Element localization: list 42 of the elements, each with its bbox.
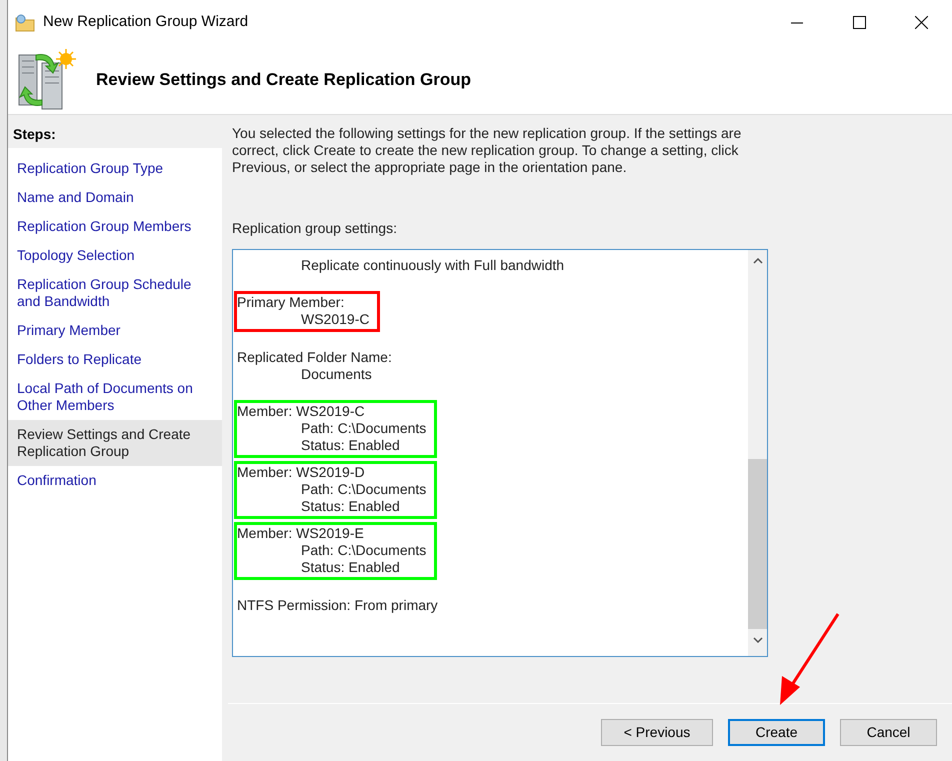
server-sync-icon [16, 48, 78, 110]
step-link[interactable]: Confirmation [8, 466, 222, 495]
step-link[interactable]: Replication Group Members [8, 212, 222, 241]
minimize-icon [791, 22, 803, 24]
setting-value: WS2019-C [300, 311, 370, 328]
step-link[interactable]: Local Path of Documents on Other Members [8, 374, 222, 420]
setting-heading: Member: WS2019-D [237, 464, 366, 481]
step-link[interactable]: Folders to Replicate [8, 345, 222, 374]
window-title: New Replication Group Wizard [43, 12, 248, 32]
wizard-button[interactable]: < Previous [601, 719, 713, 746]
step-link[interactable]: Name and Domain [8, 183, 222, 212]
scroll-down-icon[interactable] [752, 637, 762, 643]
page-title: Review Settings and Create Replication Group [96, 68, 472, 91]
setting-value: Status: Enabled [300, 498, 401, 515]
setting-value: Documents [300, 366, 373, 383]
scroll-up-icon[interactable] [752, 258, 762, 264]
folder-sync-icon [15, 14, 35, 32]
step-link[interactable]: Replication Group Schedule and Bandwidth [8, 270, 222, 316]
close-icon [914, 16, 928, 29]
step-link[interactable]: Primary Member [8, 316, 222, 345]
setting-value: Replicate continuously with Full bandwidth [300, 257, 564, 274]
setting-heading: Replicated Folder Name: [237, 349, 392, 366]
setting-heading: NTFS Permission: From primary [237, 597, 438, 614]
steps-heading: Steps: [8, 120, 222, 148]
wizard-button[interactable]: Create [728, 719, 825, 746]
step-link[interactable]: Replication Group Type [8, 154, 222, 183]
scrollbar-thumb[interactable] [748, 459, 767, 629]
setting-heading: Member: WS2019-E [237, 525, 365, 542]
setting-value: Status: Enabled [300, 559, 401, 576]
step-link[interactable]: Topology Selection [8, 241, 222, 270]
wizard-button[interactable]: Cancel [840, 719, 937, 746]
step-link[interactable]: Review Settings and Create Replication Group [8, 420, 222, 466]
setting-heading: Member: WS2019-C [237, 403, 366, 420]
scrollbar[interactable] [748, 250, 767, 656]
setting-heading: Primary Member: [237, 294, 346, 311]
settings-label: Replication group settings: [232, 219, 398, 238]
setting-value: Path: C:\Documents [300, 542, 426, 559]
setting-value: Path: C:\Documents [300, 481, 426, 498]
setting-value: Path: C:\Documents [300, 420, 426, 437]
setting-value: Status: Enabled [300, 437, 401, 454]
instructions-text: You selected the following settings for the new replication group. If the settings are correct, click Create to create the new replication group. To change a setting, click Previous, or select the appropriate page in the orientation pane. [232, 124, 742, 176]
maximize-icon [852, 16, 866, 29]
